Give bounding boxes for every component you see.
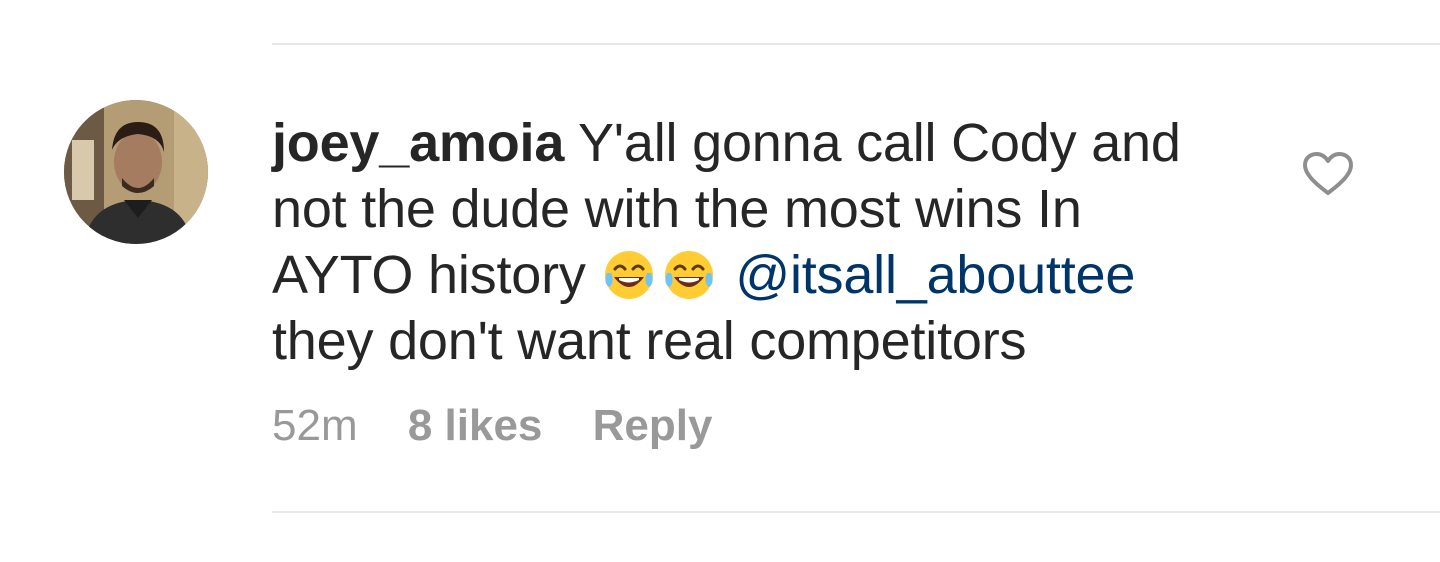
comment-body: joey_amoia Y'all gonna call Cody and not… xyxy=(272,110,1232,374)
face-with-tears-of-joy-icon xyxy=(661,247,717,303)
comment-text-continued: they don't want real competitors xyxy=(272,311,1027,371)
bottom-divider xyxy=(272,511,1440,513)
face-with-tears-of-joy-icon xyxy=(601,247,657,303)
avatar[interactable] xyxy=(64,100,208,244)
comment-meta: 52m 8 likes Reply xyxy=(272,398,750,454)
heart-outline-icon[interactable] xyxy=(1302,151,1354,197)
reply-button[interactable]: Reply xyxy=(593,401,713,450)
comment-username[interactable]: joey_amoia xyxy=(272,113,564,173)
top-divider xyxy=(272,43,1440,45)
mention-link[interactable]: @itsall_abouttee xyxy=(735,245,1135,305)
comment-time: 52m xyxy=(272,401,358,450)
likes-count-button[interactable]: 8 likes xyxy=(408,401,543,450)
